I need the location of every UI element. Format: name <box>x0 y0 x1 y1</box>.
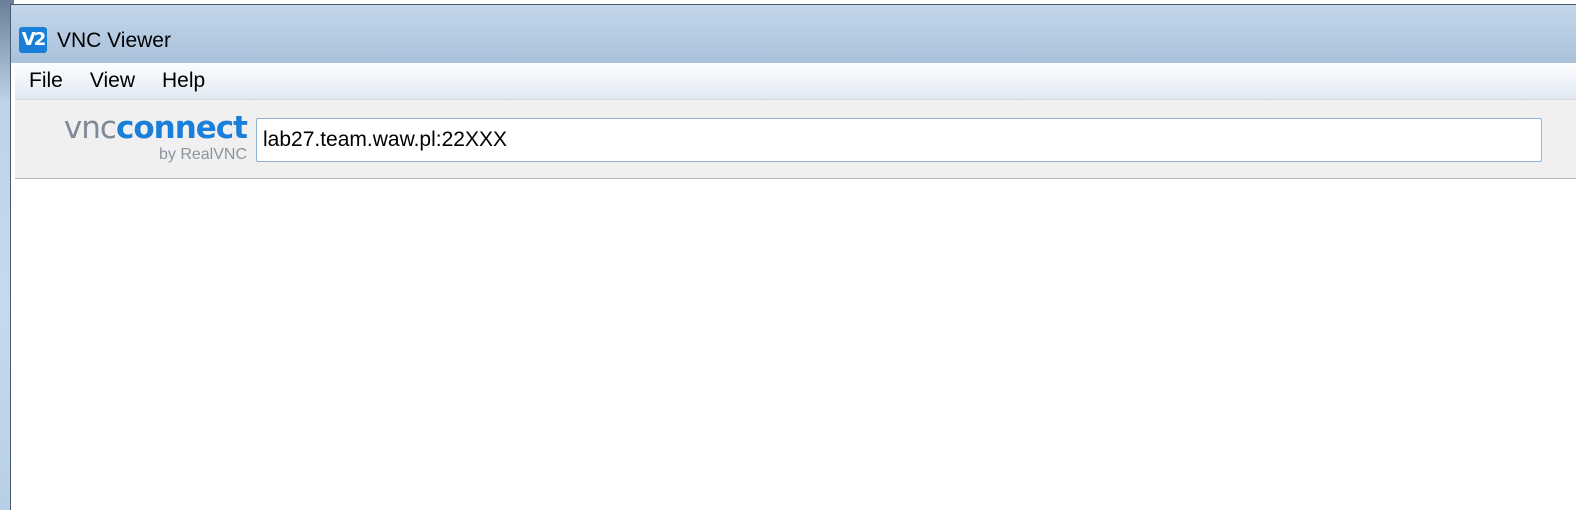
logo-connect-text: connect <box>115 110 248 146</box>
logo-subtitle: by RealVNC <box>158 146 247 163</box>
vnc-app-icon: V2 <box>19 27 47 53</box>
vnc-viewer-window: V2 VNC Viewer File View Help vncconnect … <box>10 4 1576 510</box>
address-book-area[interactable] <box>15 179 1576 510</box>
server-address-input[interactable] <box>256 118 1542 162</box>
menu-file[interactable]: File <box>29 69 63 93</box>
menu-help[interactable]: Help <box>162 69 205 93</box>
menu-bar: File View Help <box>15 63 1576 99</box>
window-title: VNC Viewer <box>57 29 171 52</box>
logo-vnc-text: vnc <box>63 110 117 146</box>
menu-view[interactable]: View <box>90 69 135 93</box>
title-bar[interactable]: V2 VNC Viewer <box>11 5 1576 63</box>
vnc-connect-logo: vncconnect by RealVNC <box>25 108 248 166</box>
toolbar: vncconnect by RealVNC <box>15 99 1576 179</box>
logo-wordmark: vncconnect <box>63 110 248 146</box>
